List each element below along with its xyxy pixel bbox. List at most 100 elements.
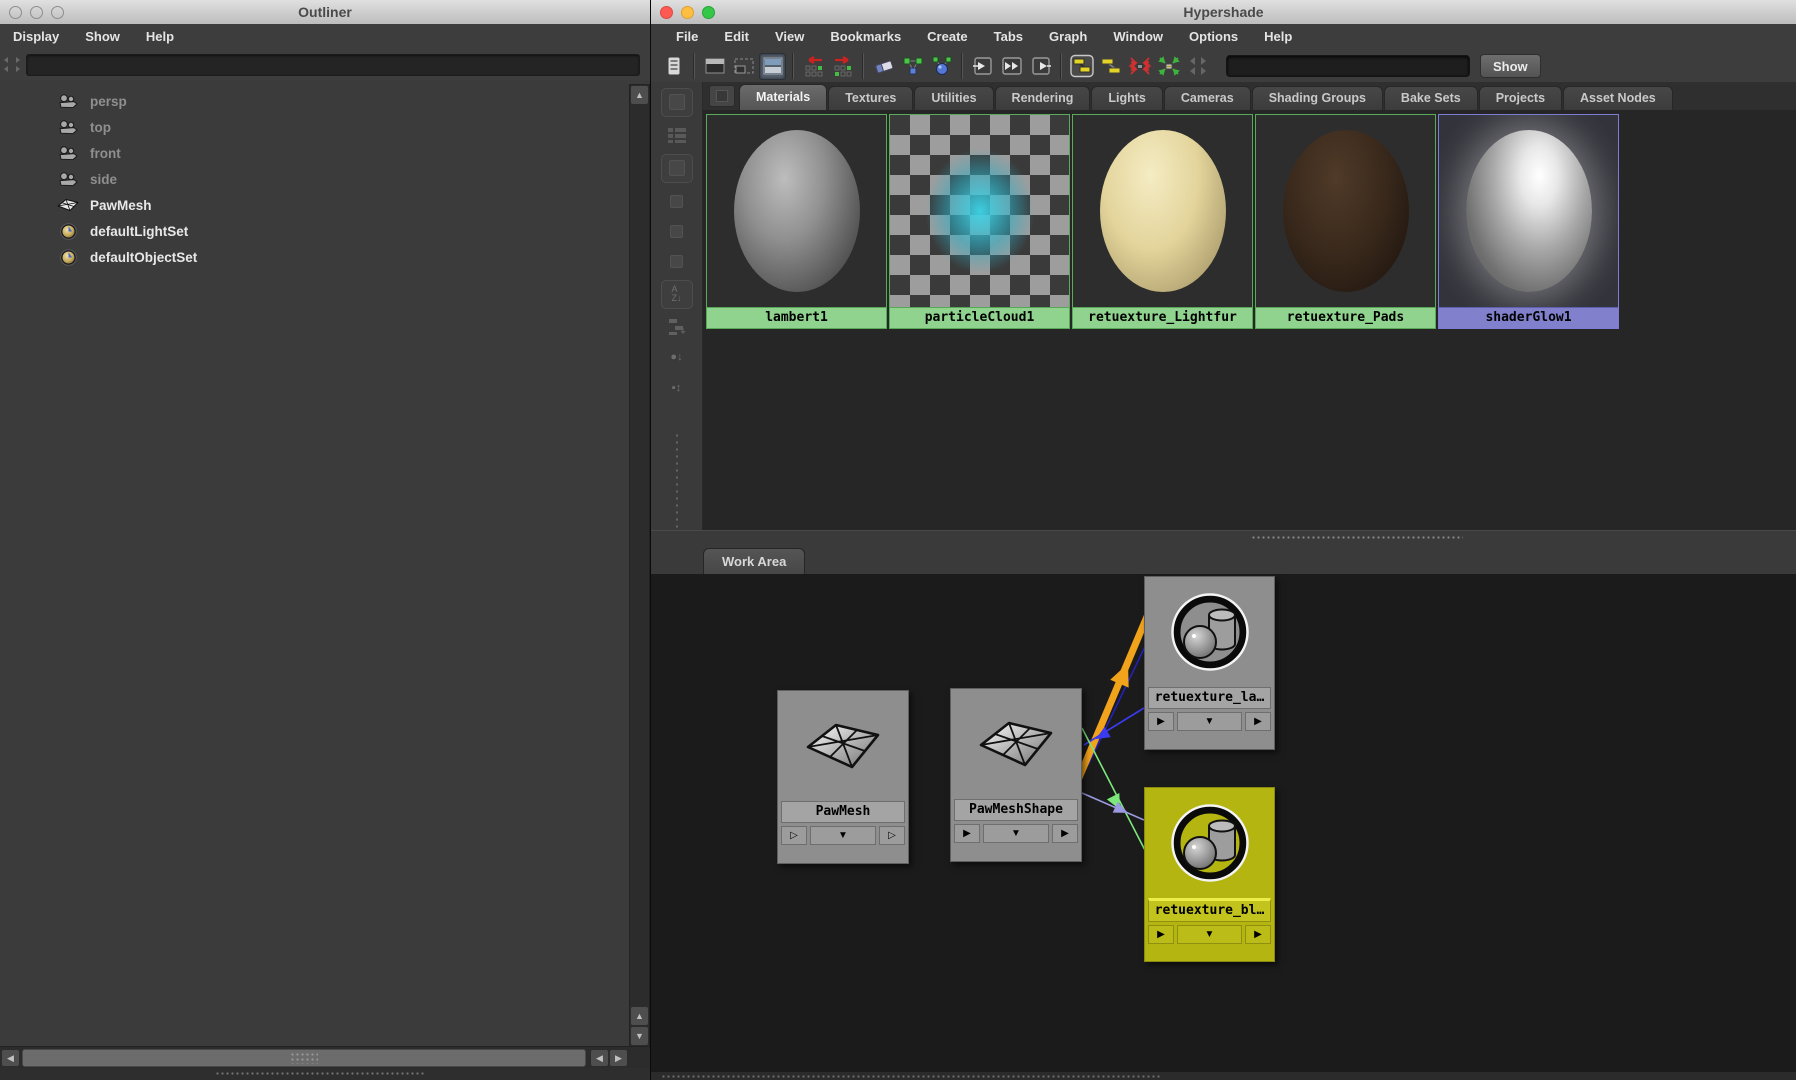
menu-help[interactable]: Help — [1251, 24, 1305, 50]
swatch-lambert1[interactable]: lambert1 — [706, 114, 887, 329]
graph-add-selected-icon[interactable] — [928, 53, 955, 80]
menu-window[interactable]: Window — [1100, 24, 1176, 50]
menu-options[interactable]: Options — [1176, 24, 1251, 50]
detail-view-icon[interactable] — [662, 220, 692, 243]
tab-work-area[interactable]: Work Area — [703, 548, 806, 574]
menu-file[interactable]: File — [663, 24, 711, 50]
outliner-titlebar[interactable]: Outliner — [0, 0, 650, 25]
node-expand-arrow[interactable]: ▼ — [1177, 712, 1242, 731]
navigate-forward-icon[interactable] — [829, 53, 856, 80]
outliner-horizontal-scrollbar[interactable]: ◀ ◀ ▶ — [0, 1046, 650, 1068]
scroll-down-button[interactable]: ▼ — [630, 1026, 649, 1046]
scroll-right-button[interactable]: ▶ — [609, 1049, 628, 1067]
hypershade-titlebar[interactable]: Hypershade — [651, 0, 1796, 25]
sort-by-time-icon[interactable]: ●↓ — [662, 346, 692, 369]
layout-two-pane-icon[interactable] — [730, 53, 757, 80]
outliner-vertical-scrollbar[interactable]: ▲ ▲ ▼ — [629, 84, 650, 1048]
show-input-connections-icon[interactable] — [969, 53, 996, 80]
outliner-item-defaultlightset[interactable]: defaultLightSet — [0, 218, 628, 244]
outliner-item-persp[interactable]: persp — [0, 88, 628, 114]
outliner-item-defaultobjectset[interactable]: defaultObjectSet — [0, 244, 628, 270]
tab-cameras[interactable]: Cameras — [1163, 86, 1251, 110]
close-button[interactable] — [660, 5, 673, 19]
show-connected-nodes-icon[interactable] — [1097, 53, 1124, 80]
node-output-arrow[interactable]: ▶ — [1245, 925, 1271, 944]
tab-materials[interactable]: Materials — [739, 84, 828, 110]
icon-view-icon[interactable] — [662, 250, 692, 273]
node-input-arrow[interactable]: ▶ — [1148, 925, 1174, 944]
swatch-retuexture-pads[interactable]: retuexture_Pads — [1255, 114, 1436, 329]
node-input-arrow[interactable]: ▶ — [954, 824, 980, 843]
tab-options-icon[interactable] — [709, 85, 735, 107]
minimize-button[interactable] — [681, 5, 694, 19]
outliner-resize-strip[interactable] — [0, 1068, 650, 1080]
sort-by-size-icon[interactable]: ▪↕ — [662, 376, 692, 399]
tab-shading-groups[interactable]: Shading Groups — [1251, 86, 1383, 110]
node-output-arrow[interactable]: ▷ — [879, 826, 905, 845]
outliner-item-side[interactable]: side — [0, 166, 628, 192]
node-retuexture-bl[interactable]: retuexture_bl… ▶ ▼ ▶ — [1144, 787, 1275, 962]
node-expand-arrow[interactable]: ▼ — [810, 826, 876, 845]
menu-graph[interactable]: Graph — [1036, 24, 1100, 50]
node-input-arrow[interactable]: ▶ — [1148, 712, 1174, 731]
layout-split-pane-icon[interactable] — [759, 52, 786, 80]
scroll-left-button[interactable]: ◀ — [590, 1049, 609, 1067]
list-view-icon[interactable] — [662, 124, 692, 147]
medium-swatch-view-icon[interactable] — [660, 153, 693, 183]
outliner-item-pawmesh[interactable]: PawMesh — [0, 192, 628, 218]
menu-create[interactable]: Create — [914, 24, 980, 50]
clear-graph-icon[interactable] — [870, 53, 897, 80]
small-swatch-view-icon[interactable] — [662, 190, 692, 213]
node-pawmeshshape[interactable]: PawMeshShape ▶ ▼ ▶ — [950, 688, 1082, 862]
node-input-arrow[interactable]: ▷ — [781, 826, 807, 845]
scroll-left-button[interactable]: ◀ — [1, 1049, 20, 1067]
work-area-graph[interactable]: PawMesh ▷ ▼ ▷ PawMeshShape ▶ ▼ ▶ retuext… — [651, 574, 1796, 1072]
pin-graph-icon[interactable] — [1184, 53, 1211, 80]
side-toolbar-grip[interactable] — [673, 432, 680, 530]
rearrange-graph-icon[interactable] — [899, 53, 926, 80]
menu-view[interactable]: View — [762, 24, 817, 50]
sort-hierarchy-icon[interactable] — [662, 316, 692, 339]
outliner-item-top[interactable]: top — [0, 114, 628, 140]
node-output-arrow[interactable]: ▶ — [1052, 824, 1078, 843]
tab-rendering[interactable]: Rendering — [994, 86, 1091, 110]
outliner-filter-input[interactable] — [26, 54, 640, 76]
sort-alphabetical-icon[interactable]: A Z↓ — [660, 279, 693, 309]
node-output-arrow[interactable]: ▶ — [1245, 712, 1271, 731]
scroll-up-button[interactable]: ▲ — [630, 85, 649, 105]
menu-show[interactable]: Show — [72, 24, 133, 50]
tab-bake-sets[interactable]: Bake Sets — [1383, 86, 1478, 110]
scroll-up-button[interactable]: ▲ — [630, 1006, 649, 1026]
menu-edit[interactable]: Edit — [711, 24, 762, 50]
menu-display[interactable]: Display — [0, 24, 72, 50]
zoom-button[interactable] — [51, 5, 64, 19]
swatch-retuexture-lightfur[interactable]: retuexture_Lightfur — [1072, 114, 1253, 329]
swatch-particlecloud1[interactable]: particleCloud1 — [889, 114, 1070, 329]
navigate-back-icon[interactable] — [800, 53, 827, 80]
node-expand-arrow[interactable]: ▼ — [1177, 925, 1242, 944]
node-retuexture-la[interactable]: retuexture_la… ▶ ▼ ▶ — [1144, 576, 1275, 750]
expand-graph-icon[interactable] — [1155, 53, 1182, 80]
show-button[interactable]: Show — [1480, 54, 1541, 78]
hypershade-resize-strip[interactable] — [651, 1072, 1796, 1080]
layout-single-pane-icon[interactable] — [701, 53, 728, 80]
zoom-button[interactable] — [702, 5, 715, 19]
scrollbar-thumb[interactable] — [22, 1049, 586, 1067]
show-output-connections-icon[interactable] — [1027, 53, 1054, 80]
tab-projects[interactable]: Projects — [1478, 86, 1563, 110]
menu-bookmarks[interactable]: Bookmarks — [817, 24, 914, 50]
node-expand-arrow[interactable]: ▼ — [983, 824, 1049, 843]
collapse-graph-icon[interactable] — [1126, 53, 1153, 80]
close-button[interactable] — [9, 5, 22, 19]
graph-materials-on-selected-icon[interactable] — [1068, 53, 1095, 80]
outliner-item-front[interactable]: front — [0, 140, 628, 166]
hypershade-search-input[interactable] — [1226, 55, 1470, 77]
create-bar-toggle-icon[interactable] — [660, 53, 687, 80]
minimize-button[interactable] — [30, 5, 43, 19]
node-pawmesh[interactable]: PawMesh ▷ ▼ ▷ — [777, 690, 909, 864]
large-swatch-view-icon[interactable] — [660, 88, 693, 117]
tab-lights[interactable]: Lights — [1091, 86, 1163, 110]
tab-asset-nodes[interactable]: Asset Nodes — [1563, 86, 1673, 110]
swatch-shaderglow1[interactable]: shaderGlow1 — [1438, 114, 1619, 329]
tab-textures[interactable]: Textures — [828, 86, 914, 110]
